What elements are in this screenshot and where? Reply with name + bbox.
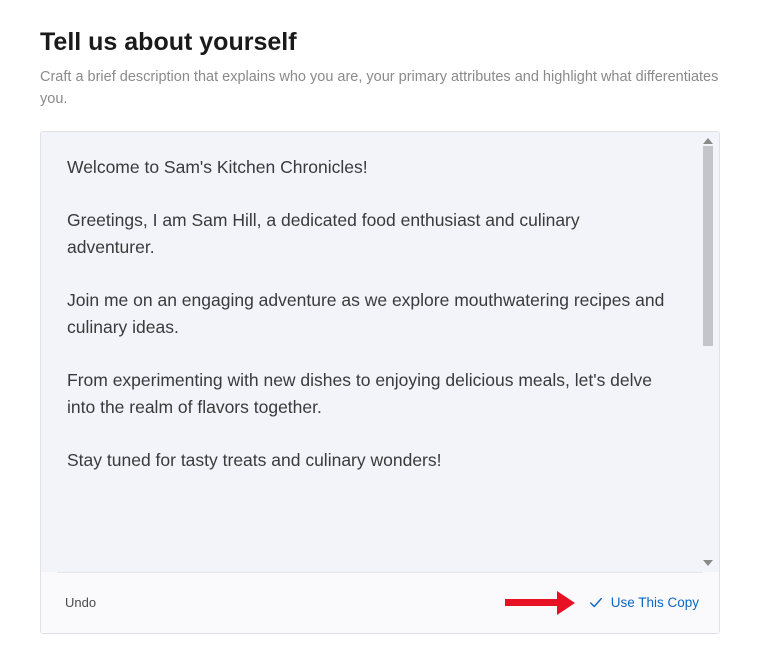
check-icon (589, 596, 603, 610)
editor-card: Welcome to Sam's Kitchen Chronicles! Gre… (40, 131, 720, 634)
editor-text[interactable]: Welcome to Sam's Kitchen Chronicles! Gre… (67, 154, 689, 550)
undo-button[interactable]: Undo (65, 595, 96, 610)
use-this-copy-button[interactable]: Use This Copy (589, 595, 699, 610)
editor-paragraph: Welcome to Sam's Kitchen Chronicles! (67, 154, 671, 181)
scroll-down-icon[interactable] (703, 560, 713, 566)
annotation-arrow-icon (505, 591, 575, 615)
use-this-copy-label: Use This Copy (611, 595, 699, 610)
editor-paragraph: Join me on an engaging adventure as we e… (67, 287, 671, 341)
footer-right-actions: Use This Copy (505, 591, 699, 615)
editor-pane: Welcome to Sam's Kitchen Chronicles! Gre… (41, 132, 719, 572)
scroll-track[interactable] (703, 146, 713, 558)
scrollbar[interactable] (701, 136, 715, 568)
scroll-thumb[interactable] (703, 146, 713, 346)
section-subheading: Craft a brief description that explains … (40, 67, 720, 111)
editor-paragraph: Stay tuned for tasty treats and culinary… (67, 447, 671, 474)
editor-paragraph: Greetings, I am Sam Hill, a dedicated fo… (67, 207, 671, 261)
editor-footer: Undo Use This Copy (41, 573, 719, 633)
scroll-up-icon[interactable] (703, 138, 713, 144)
section-heading: Tell us about yourself (40, 28, 720, 57)
editor-paragraph: From experimenting with new dishes to en… (67, 367, 671, 421)
